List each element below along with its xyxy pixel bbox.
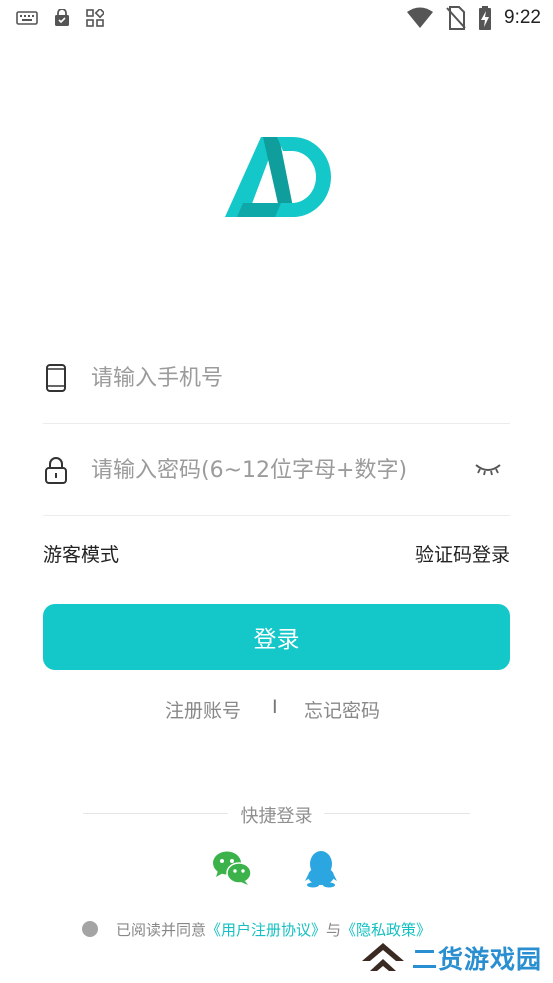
ad-logo-icon [225,137,331,217]
phone-icon [46,364,66,392]
privacy-policy-link[interactable]: 《隐私政策》 [341,919,431,940]
wifi-icon [407,7,434,28]
forgot-password-link[interactable]: 忘记密码 [304,696,380,723]
agreement-prefix: 已阅读并同意 [116,920,207,939]
password-input[interactable] [91,450,451,490]
watermark: 二货游戏园 [360,938,550,978]
login-options-row: 游客模式 验证码登录 [43,540,510,570]
phone-input[interactable] [91,358,451,398]
register-link[interactable]: 注册账号 [165,696,241,723]
keyboard-icon [16,11,38,25]
phone-field-row [43,332,510,424]
battery-charging-icon [479,6,492,30]
agreement-radio[interactable] [82,921,98,937]
user-agreement-link[interactable]: 《用户注册协议》 [206,919,326,940]
watermark-text: 二货游戏园 [412,945,543,974]
quick-login-title: 快捷登录 [240,806,313,827]
agreement-conjunction: 与 [326,920,342,939]
sms-login-link[interactable]: 验证码登录 [415,540,510,567]
watermark-chevron-icon [362,943,404,971]
password-field-row [43,424,510,516]
login-button[interactable]: 登录 [43,604,510,670]
qq-icon[interactable] [305,850,337,888]
account-links-row: 注册账号 I 忘记密码 [0,696,553,726]
wechat-icon[interactable] [212,850,252,886]
eye-closed-icon[interactable] [474,460,502,478]
no-sim-icon [446,6,466,30]
lock-bag-icon [55,9,69,26]
status-time: 9:22 [504,7,541,28]
lock-icon [45,457,67,484]
status-bar: 9:22 [0,0,553,38]
apps-grid-icon [86,9,104,27]
link-separator: I [272,696,278,718]
guest-mode-link[interactable]: 游客模式 [43,540,119,567]
